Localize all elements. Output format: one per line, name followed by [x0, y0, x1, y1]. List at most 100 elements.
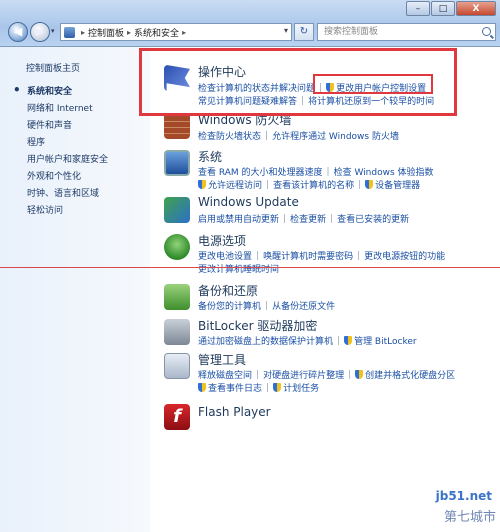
sidebar-item-system-security[interactable]: 系统和安全: [13, 83, 72, 97]
search-icon[interactable]: [482, 27, 491, 36]
category-title[interactable]: Windows 防火墙: [198, 111, 291, 128]
address-bar[interactable]: ▸ 控制面板 ▸ 系统和安全 ▸ ▾: [60, 23, 292, 41]
link-separator: |: [266, 382, 270, 393]
link[interactable]: 查看已安装的更新: [337, 212, 409, 225]
breadcrumb-separator-icon[interactable]: ▸: [127, 28, 131, 37]
sidebar-item-home[interactable]: 控制面板主页: [26, 61, 80, 74]
link[interactable]: 查看 RAM 的大小和处理器速度: [198, 165, 323, 178]
sidebar-item-hardware[interactable]: 硬件和声音: [27, 118, 72, 131]
watermark-site: jb51.net: [435, 489, 492, 503]
battery-icon: [164, 234, 190, 260]
sidebar-item-ease-of-access[interactable]: 轻松访问: [27, 203, 63, 216]
breadcrumb-separator-icon[interactable]: ▸: [182, 28, 186, 37]
computer-icon: [164, 150, 190, 176]
link[interactable]: 查看该计算机的名称: [273, 178, 354, 191]
link-separator: |: [319, 82, 323, 93]
category-title[interactable]: 操作中心: [198, 63, 246, 80]
link[interactable]: 检查计算机的状态并解决问题: [198, 81, 315, 94]
link[interactable]: 创建并格式化硬盘分区: [365, 368, 455, 381]
refresh-button[interactable]: ↻: [294, 23, 314, 41]
minimize-button[interactable]: –: [406, 1, 430, 16]
uac-shield-icon: [198, 383, 206, 392]
link-separator: |: [256, 369, 260, 380]
link[interactable]: 对硬盘进行碎片整理: [263, 368, 344, 381]
window-controls: – □ X: [405, 1, 496, 16]
category-title[interactable]: 管理工具: [198, 351, 246, 368]
link[interactable]: 检查防火墙状态: [198, 129, 261, 142]
flash-icon: f: [164, 404, 190, 430]
link[interactable]: 更改电池设置: [198, 249, 252, 262]
category-title[interactable]: 系统: [198, 148, 222, 165]
link-row: 备份您的计算机 | 从备份还原文件: [198, 299, 335, 313]
breadcrumb-control-panel[interactable]: 控制面板: [88, 26, 124, 39]
link-separator: |: [348, 369, 352, 380]
sidebar-item-programs[interactable]: 程序: [27, 135, 45, 148]
category-title[interactable]: Flash Player: [198, 405, 271, 419]
link[interactable]: 更改电源按钮的功能: [364, 249, 445, 262]
sidebar: 控制面板主页 系统和安全 网络和 Internet 硬件和声音 程序 用户帐户和…: [0, 47, 150, 532]
link-row: 释放磁盘空间 | 对硬盘进行碎片整理 | 创建并格式化硬盘分区: [198, 368, 455, 382]
category-title[interactable]: 电源选项: [198, 232, 246, 249]
link[interactable]: 允许程序通过 Windows 防火墙: [272, 129, 399, 142]
breadcrumb-system-security[interactable]: 系统和安全: [134, 26, 179, 39]
link[interactable]: 检查 Windows 体验指数: [334, 165, 434, 178]
uac-shield-icon: [273, 383, 282, 392]
maximize-button[interactable]: □: [431, 1, 455, 16]
link[interactable]: 更改计算机睡眠时间: [198, 262, 279, 275]
link-row: 检查防火墙状态 | 允许程序通过 Windows 防火墙: [198, 129, 399, 143]
link-separator: |: [301, 95, 305, 106]
link[interactable]: 备份您的计算机: [198, 299, 261, 312]
firewall-icon: [164, 113, 190, 139]
uac-shield-icon: [344, 336, 353, 345]
link[interactable]: 管理 BitLocker: [354, 334, 417, 347]
link-row: 更改计算机睡眠时间: [198, 262, 279, 275]
sidebar-item-user-accounts[interactable]: 用户帐户和家庭安全: [27, 152, 108, 165]
link-separator: |: [265, 130, 269, 141]
link[interactable]: 查看事件日志: [208, 381, 262, 394]
link[interactable]: 启用或禁用自动更新: [198, 212, 279, 225]
address-dropdown-icon[interactable]: ▾: [284, 26, 288, 35]
link[interactable]: 将计算机还原到一个较早的时间: [308, 94, 434, 107]
category-title[interactable]: Windows Update: [198, 195, 299, 209]
title-bar: – □ X ◀ ▶ ▾ ▸ 控制面板 ▸ 系统和安全 ▸ ▾ ↻ 搜索控制面板: [0, 0, 500, 47]
uac-shield-icon: [326, 83, 335, 92]
link-separator: |: [358, 179, 362, 190]
link[interactable]: 释放磁盘空间: [198, 368, 252, 381]
forward-arrow-icon: ▶: [35, 25, 45, 38]
link-separator: |: [283, 213, 287, 224]
sidebar-item-clock-region[interactable]: 时钟、语言和区域: [27, 186, 99, 199]
admin-tools-icon: [164, 353, 190, 379]
category-title[interactable]: BitLocker 驱动器加密: [198, 317, 317, 334]
breadcrumb-separator-icon[interactable]: ▸: [81, 28, 85, 37]
link-row: 更改电池设置 | 唤醒计算机时需要密码 | 更改电源按钮的功能: [198, 249, 445, 263]
link-separator: |: [256, 250, 260, 261]
link[interactable]: 常见计算机问题疑难解答: [198, 94, 297, 107]
link-row: 查看 RAM 的大小和处理器速度 | 检查 Windows 体验指数: [198, 165, 434, 179]
sidebar-item-appearance[interactable]: 外观和个性化: [27, 169, 81, 182]
search-input[interactable]: 搜索控制面板: [317, 23, 496, 41]
link[interactable]: 从备份还原文件: [272, 299, 335, 312]
link[interactable]: 计划任务: [283, 381, 319, 394]
link[interactable]: 允许远程访问: [208, 178, 262, 191]
link[interactable]: 检查更新: [290, 212, 326, 225]
forward-button[interactable]: ▶: [30, 22, 50, 42]
link-row: 允许远程访问 | 查看该计算机的名称 | 设备管理器: [198, 178, 420, 191]
control-panel-icon: [64, 26, 75, 38]
backup-icon: [164, 284, 190, 310]
link[interactable]: 设备管理器: [375, 178, 420, 191]
link-row: 启用或禁用自动更新 | 检查更新 | 查看已安装的更新: [198, 212, 409, 226]
bitlocker-drive-icon: [164, 319, 190, 345]
link[interactable]: 更改用户帐户控制设置: [336, 81, 426, 94]
watermark-brand: 第七城市: [443, 506, 496, 525]
sidebar-item-network[interactable]: 网络和 Internet: [27, 101, 93, 114]
link[interactable]: 通过加密磁盘上的数据保护计算机: [198, 334, 333, 347]
link[interactable]: 唤醒计算机时需要密码: [263, 249, 353, 262]
category-title[interactable]: 备份和还原: [198, 282, 258, 299]
back-button[interactable]: ◀: [8, 22, 28, 42]
link-row: 查看事件日志 | 计划任务: [198, 381, 319, 394]
recent-pages-chevron-icon[interactable]: ▾: [51, 27, 55, 35]
close-button[interactable]: X: [456, 1, 496, 16]
refresh-icon: ↻: [299, 26, 309, 37]
link-separator: |: [265, 300, 269, 311]
link-row: 通过加密磁盘上的数据保护计算机 | 管理 BitLocker: [198, 334, 417, 348]
